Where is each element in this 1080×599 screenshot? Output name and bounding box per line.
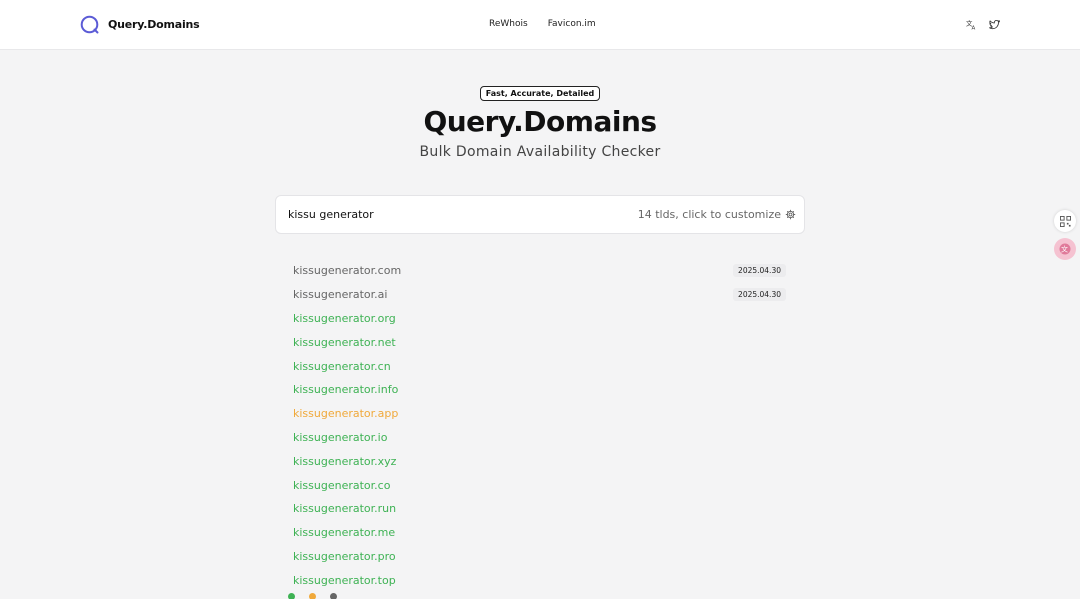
legend-dot-icon <box>309 593 316 599</box>
domain-name[interactable]: kissugenerator.com <box>293 264 401 277</box>
brand-link[interactable]: Query.Domains <box>80 15 200 34</box>
legend-dot-icon <box>330 593 337 599</box>
domain-name[interactable]: kissugenerator.cn <box>293 360 391 373</box>
legend-dot-icon <box>288 593 295 599</box>
domain-results-list: kissugenerator.com 2025.04.30 kissugenerat… <box>293 259 786 592</box>
customize-tlds-label: 14 tlds, click to customize <box>637 208 781 221</box>
twitter-icon[interactable] <box>989 19 1000 30</box>
nav-link-favicon[interactable]: Favicon.im <box>548 19 596 29</box>
domain-name[interactable]: kissugenerator.io <box>293 431 387 444</box>
domain-name[interactable]: kissugenerator.run <box>293 502 396 515</box>
qr-code-button[interactable] <box>1054 210 1076 232</box>
tagline-badge: Fast, Accurate, Detailed <box>479 86 601 101</box>
translate-float-icon: 文 <box>1059 243 1071 255</box>
domain-result-row[interactable]: kissugenerator.run <box>293 497 786 521</box>
domain-name[interactable]: kissugenerator.pro <box>293 550 396 563</box>
legend-item <box>330 592 341 599</box>
domain-result-row[interactable]: kissugenerator.xyz <box>293 449 786 473</box>
translate-icon[interactable]: 文 A <box>966 19 977 30</box>
qr-code-icon <box>1059 215 1071 227</box>
domain-result-row[interactable]: kissugenerator.io <box>293 426 786 450</box>
hero-section: Fast, Accurate, Detailed Query.Domains B… <box>0 81 1080 161</box>
domain-result-row[interactable]: kissugenerator.org <box>293 307 786 331</box>
domain-search-input[interactable] <box>288 208 588 221</box>
customize-tlds-button[interactable]: 14 tlds, click to customize <box>638 208 796 221</box>
domain-result-row[interactable]: kissugenerator.top <box>293 568 786 592</box>
top-navbar: Query.Domains ReWhois Favicon.im 文 A <box>0 0 1080 50</box>
legend-item <box>309 592 320 599</box>
brand-name: Query.Domains <box>108 18 200 31</box>
domain-name[interactable]: kissugenerator.co <box>293 479 390 492</box>
page-title: Query.Domains <box>423 105 657 138</box>
domain-name[interactable]: kissugenerator.top <box>293 574 396 587</box>
domain-name[interactable]: kissugenerator.net <box>293 336 396 349</box>
domain-name[interactable]: kissugenerator.xyz <box>293 455 396 468</box>
domain-name[interactable]: kissugenerator.org <box>293 312 396 325</box>
domain-result-row[interactable]: kissugenerator.app <box>293 402 786 426</box>
logo-ring-icon <box>80 15 99 34</box>
domain-result-row[interactable]: kissugenerator.net <box>293 330 786 354</box>
domain-name[interactable]: kissugenerator.ai <box>293 288 387 301</box>
domain-result-row[interactable]: kissugenerator.me <box>293 521 786 545</box>
translate-float-button[interactable]: 文 <box>1054 238 1076 260</box>
domain-result-row[interactable]: kissugenerator.ai 2025.04.30 <box>293 283 786 307</box>
domain-result-row[interactable]: kissugenerator.pro <box>293 545 786 569</box>
domain-result-row[interactable]: kissugenerator.cn <box>293 354 786 378</box>
domain-result-row[interactable]: kissugenerator.com 2025.04.30 <box>293 259 786 283</box>
domain-name[interactable]: kissugenerator.me <box>293 526 395 539</box>
legend-item <box>288 592 299 599</box>
gear-icon <box>785 209 796 220</box>
domain-name[interactable]: kissugenerator.app <box>293 407 398 420</box>
domain-name[interactable]: kissugenerator.info <box>293 383 398 396</box>
status-legend <box>288 592 341 599</box>
header-tools: 文 A <box>966 19 1000 30</box>
domain-result-row[interactable]: kissugenerator.info <box>293 378 786 402</box>
registration-date-badge: 2025.04.30 <box>733 264 786 278</box>
main-nav: ReWhois Favicon.im <box>489 19 596 29</box>
registration-date-badge: 2025.04.30 <box>733 288 786 302</box>
domain-search-box: 14 tlds, click to customize <box>275 195 805 234</box>
nav-link-rewhois[interactable]: ReWhois <box>489 19 528 29</box>
svg-text:文: 文 <box>1061 245 1068 254</box>
domain-result-row[interactable]: kissugenerator.co <box>293 473 786 497</box>
page-subtitle: Bulk Domain Availability Checker <box>419 144 661 160</box>
svg-text:A: A <box>972 26 976 30</box>
